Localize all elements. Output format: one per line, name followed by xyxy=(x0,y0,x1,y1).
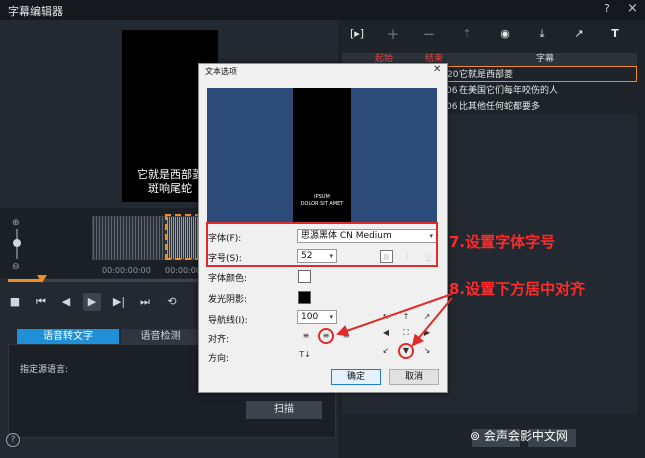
watermark-logo-icon: ⊚ xyxy=(470,429,481,443)
arrow-to-align-center xyxy=(336,293,453,337)
annotation-arrows xyxy=(336,293,453,347)
watermark: ⊚ 会声会影中文网 xyxy=(470,427,568,444)
watermark-text: 会声会影中文网 xyxy=(483,429,568,443)
